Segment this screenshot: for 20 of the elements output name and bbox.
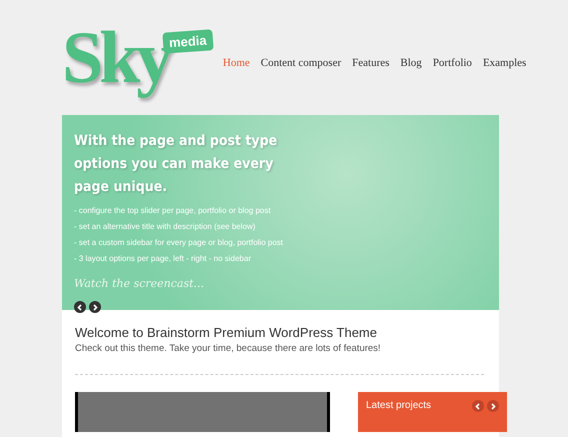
slider-heading: With the page and post type options you can make every page unique. [74,132,278,197]
chevron-right-icon [92,304,98,310]
chevron-left-icon [475,402,481,410]
slider-bullet: - configure the top slider per page, portfolio or blog post [74,205,272,217]
welcome-title: Welcome to Brainstorm Premium WordPress Theme [75,325,378,340]
nav-link[interactable]: Content composer [260,56,342,68]
welcome-subtitle: Check out this theme. Take your time, because there are lots of features! [75,343,382,354]
chevron-left-icon [77,304,83,310]
nav-link[interactable]: Examples [482,56,526,68]
next-button[interactable] [89,301,101,313]
previous-button[interactable] [74,301,86,313]
nav-link[interactable]: Features [352,56,390,68]
slider-bullet: - 3 layout options per page, left - right - no sidebar [74,253,252,265]
slider-bullet: - set a custom sidebar for every page or blog, portfolio post [74,237,284,249]
video-player[interactable] [75,392,330,432]
chevron-right-icon [490,402,496,410]
slider-bullet: - set an alternative title with description (see below) [74,221,256,233]
nav-link[interactable]: Portfolio [432,56,472,68]
nav-link[interactable]: Blog [400,56,422,68]
latest-projects-title: Latest projects [366,400,432,411]
